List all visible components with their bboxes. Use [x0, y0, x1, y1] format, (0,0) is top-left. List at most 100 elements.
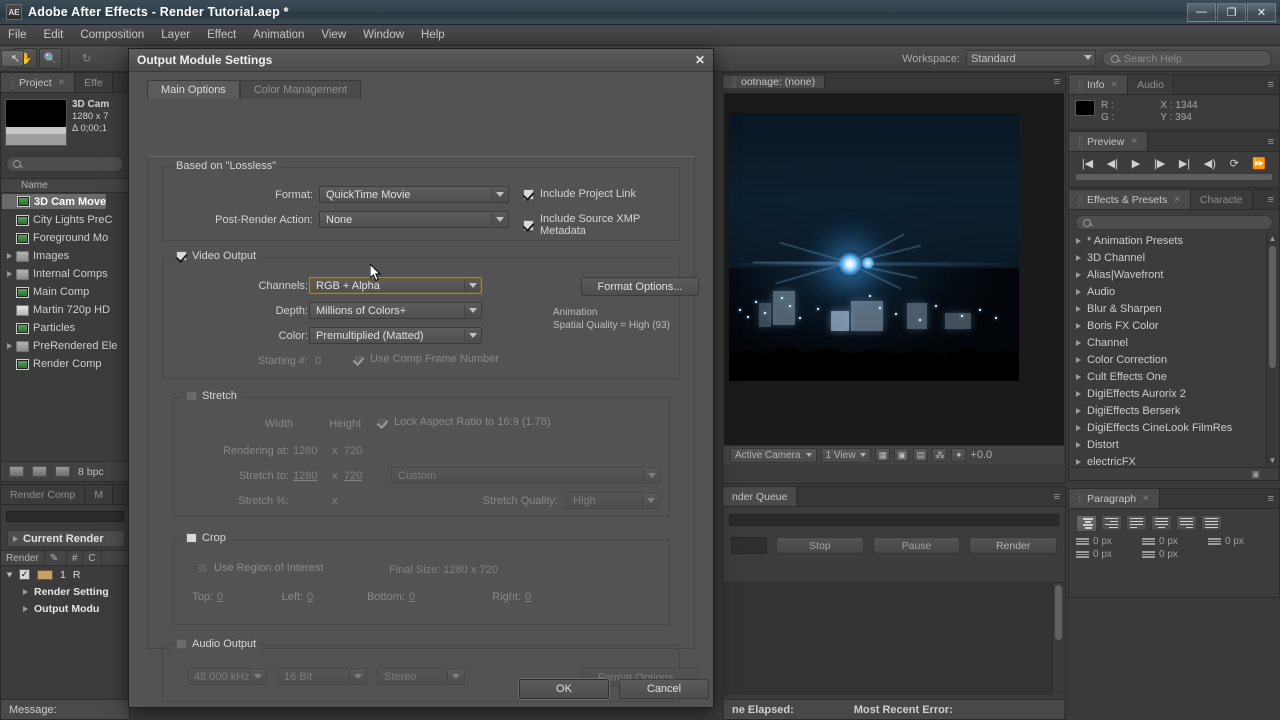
tab-close-icon[interactable]: ✕: [58, 77, 66, 88]
twirl-icon[interactable]: [1076, 424, 1081, 431]
crop-right-value[interactable]: 0: [525, 591, 531, 603]
menu-view[interactable]: View: [321, 29, 346, 41]
effects-search-input[interactable]: [1075, 215, 1273, 230]
twirl-icon[interactable]: [7, 343, 12, 349]
list-item[interactable]: Channel: [1070, 334, 1266, 351]
twirl-icon[interactable]: [6, 572, 13, 577]
tab-main[interactable]: M: [85, 485, 114, 504]
list-item[interactable]: PreRendered Ele: [1, 337, 129, 355]
list-item[interactable]: Blur & Sharpen: [1070, 300, 1266, 317]
indent-right-field[interactable]: 0 px: [1142, 536, 1200, 547]
include-project-link-checkbox[interactable]: Include Project Link: [523, 188, 636, 200]
3d-view-icon[interactable]: ⁂: [932, 448, 948, 462]
last-frame-icon[interactable]: ▶|: [1179, 157, 1190, 170]
list-item[interactable]: Alias|Wavefront: [1070, 266, 1266, 283]
render-button[interactable]: Render: [969, 537, 1058, 554]
tab-info[interactable]: Info ✕: [1069, 75, 1129, 94]
menu-help[interactable]: Help: [421, 29, 445, 41]
list-item[interactable]: Images: [1, 247, 129, 265]
list-item[interactable]: Audio: [1070, 283, 1266, 300]
camera-select[interactable]: Active Camera: [730, 447, 817, 463]
list-item[interactable]: Color Correction: [1070, 351, 1266, 368]
close-icon[interactable]: ✕: [1247, 2, 1276, 22]
tab-effects[interactable]: Effe: [75, 73, 113, 92]
twirl-icon[interactable]: [1076, 288, 1081, 295]
interpret-footage-icon[interactable]: [9, 466, 24, 477]
prev-frame-icon[interactable]: ◀|: [1107, 157, 1118, 170]
maximize-icon[interactable]: ❐: [1217, 2, 1246, 22]
list-item[interactable]: Martin 720p HD: [1, 301, 129, 319]
justify-last-center-icon[interactable]: [1151, 515, 1172, 531]
tab-footage[interactable]: ootnage: (none): [723, 76, 826, 88]
stretch-preset-select[interactable]: Custom: [391, 467, 661, 484]
transparency-grid-icon[interactable]: ▤: [913, 448, 929, 462]
exposure-icon[interactable]: ✦: [951, 448, 967, 462]
project-search-input[interactable]: [6, 156, 124, 172]
tab-main-options[interactable]: Main Options: [147, 80, 240, 99]
checkbox-icon[interactable]: [186, 533, 197, 543]
loop-icon[interactable]: ⟳: [1230, 157, 1239, 170]
tab-render-comp[interactable]: Render Comp: [1, 485, 86, 504]
include-xmp-checkbox[interactable]: Include Source XMP Metadata: [523, 213, 679, 237]
list-item[interactable]: Cult Effects One: [1070, 368, 1266, 385]
render-queue-scrollbar[interactable]: [1052, 583, 1064, 695]
next-frame-icon[interactable]: |▶: [1154, 157, 1165, 170]
list-item[interactable]: Distort: [1070, 436, 1266, 453]
panel-menu-icon[interactable]: ≡: [1049, 76, 1065, 88]
cancel-button[interactable]: Cancel: [619, 679, 709, 699]
grid-icon[interactable]: ▦: [875, 448, 891, 462]
video-format-options-button[interactable]: Format Options...: [581, 277, 699, 296]
tab-close-icon[interactable]: ✕: [1142, 493, 1150, 504]
justify-last-left-icon[interactable]: [1126, 515, 1147, 531]
play-icon[interactable]: ▶: [1132, 157, 1140, 170]
menu-effect[interactable]: Effect: [207, 29, 236, 41]
twirl-icon[interactable]: [13, 535, 18, 542]
current-render-header[interactable]: Current Render: [7, 530, 125, 547]
tab-preview[interactable]: Preview ✕: [1069, 132, 1148, 151]
tab-render-queue[interactable]: nder Queue: [723, 487, 798, 506]
twirl-icon[interactable]: [1076, 254, 1081, 261]
checkbox-icon[interactable]: [186, 391, 197, 401]
minimize-icon[interactable]: —: [1187, 2, 1216, 22]
indent-left-field[interactable]: 0 px: [1076, 536, 1134, 547]
list-item[interactable]: Particles: [1, 319, 129, 337]
twirl-icon[interactable]: [23, 588, 28, 595]
color-select[interactable]: Premultiplied (Matted): [309, 327, 482, 344]
crop-top-value[interactable]: 0: [217, 591, 223, 603]
new-comp-icon[interactable]: [55, 466, 70, 477]
menu-animation[interactable]: Animation: [253, 29, 304, 41]
twirl-icon[interactable]: [1076, 373, 1081, 380]
dialog-close-icon[interactable]: ✕: [695, 53, 705, 67]
twirl-icon[interactable]: [23, 605, 28, 612]
ram-preview-icon[interactable]: ⏩: [1252, 157, 1266, 170]
twirl-icon[interactable]: [1076, 237, 1081, 244]
rotation-tool-icon[interactable]: ↻: [75, 48, 98, 69]
list-item[interactable]: DigiEffects Aurorix 2: [1070, 385, 1266, 402]
scroll-up-icon[interactable]: ▲: [1269, 233, 1277, 244]
panel-menu-icon[interactable]: ≡: [1263, 132, 1279, 151]
first-frame-icon[interactable]: |◀: [1082, 157, 1093, 170]
audio-rate-select[interactable]: 48.000 kHz: [187, 668, 267, 685]
list-item[interactable]: DigiEffects CineLook FilmRes: [1070, 419, 1266, 436]
stretch-to-width[interactable]: 1280: [293, 470, 317, 482]
indent-first-line-field[interactable]: 0 px: [1208, 536, 1266, 547]
audio-icon[interactable]: ◀): [1204, 157, 1216, 170]
render-settings-row[interactable]: Render Setting: [1, 583, 129, 600]
lock-aspect-ratio-checkbox[interactable]: Lock Aspect Ratio to 16:9 (1.78): [377, 416, 551, 428]
zoom-tool-icon[interactable]: 🔍: [39, 48, 62, 69]
list-item[interactable]: electricFX: [1070, 453, 1266, 467]
use-region-of-interest-checkbox[interactable]: Use Region of Interest: [197, 562, 323, 574]
justify-last-right-icon[interactable]: [1176, 515, 1197, 531]
tab-close-icon[interactable]: ✕: [1130, 136, 1138, 147]
pause-button[interactable]: Pause: [872, 537, 961, 554]
views-select[interactable]: 1 View: [820, 447, 872, 463]
ok-button[interactable]: OK: [519, 679, 609, 699]
panel-menu-icon[interactable]: ≡: [1263, 75, 1279, 94]
checkbox-icon[interactable]: [176, 639, 187, 649]
preview-slider[interactable]: [1075, 173, 1273, 181]
twirl-icon[interactable]: [1076, 339, 1081, 346]
twirl-icon[interactable]: [7, 271, 12, 277]
menu-edit[interactable]: Edit: [44, 29, 64, 41]
menu-layer[interactable]: Layer: [161, 29, 190, 41]
column-render[interactable]: Render: [1, 551, 45, 565]
